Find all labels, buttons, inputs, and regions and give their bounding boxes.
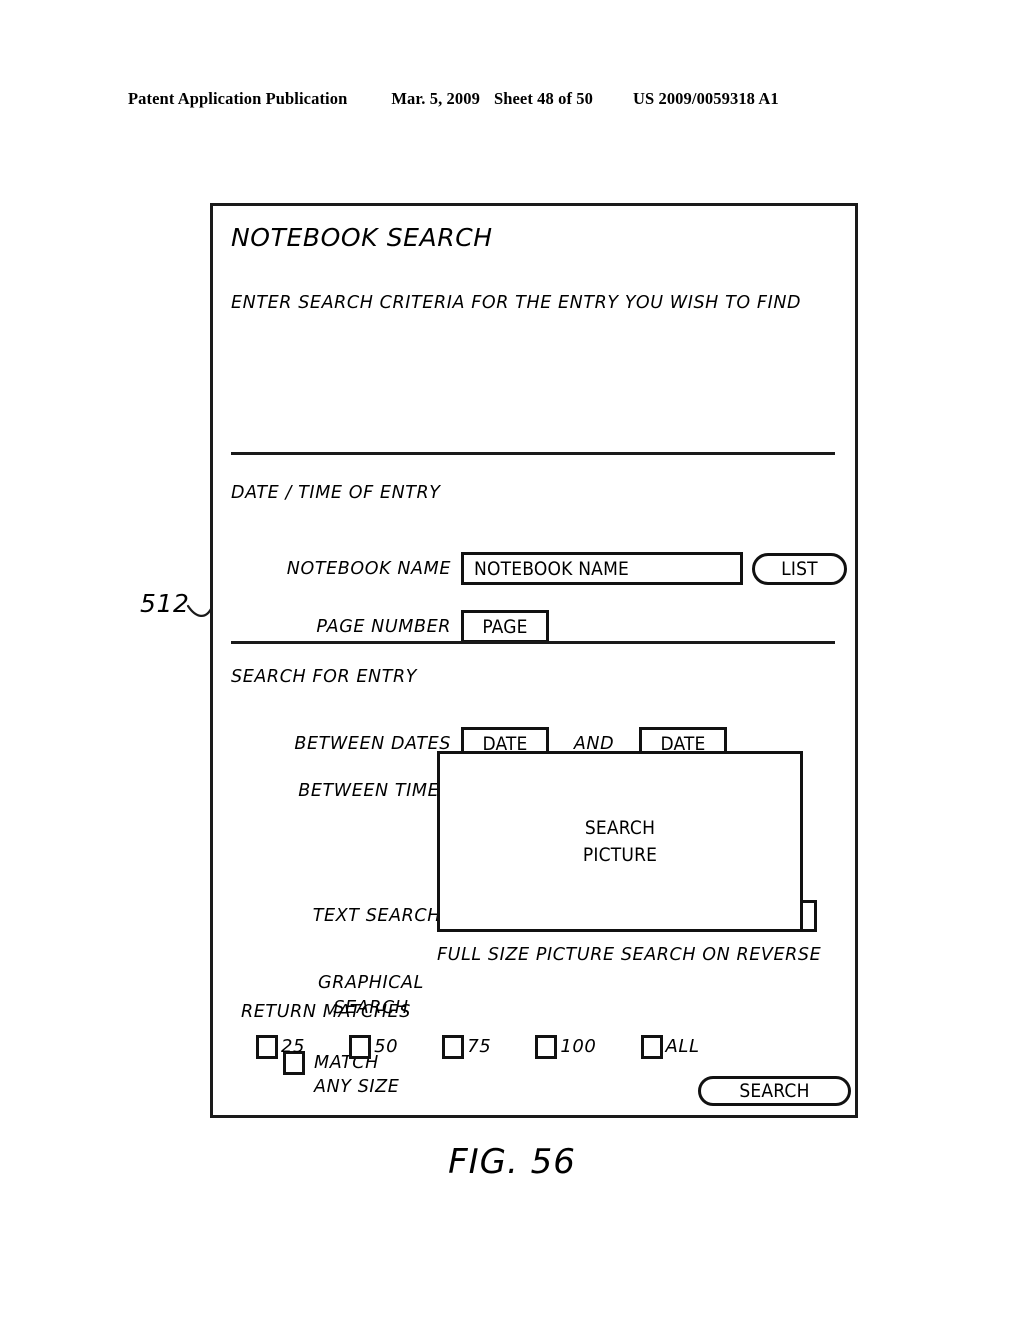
between-dates-label: BETWEEN DATES <box>294 734 451 754</box>
publication-label: Patent Application Publication <box>128 89 348 108</box>
return-matches-label-75: 75 <box>467 1036 492 1057</box>
return-matches-label-50: 50 <box>374 1036 399 1057</box>
search-picture-line1: SEARCH <box>584 816 656 839</box>
return-matches-options: 25 50 75 100 ALL <box>256 1035 700 1059</box>
text-search-label: TEXT SEARCH <box>312 906 441 926</box>
section-divider-1 <box>231 452 835 455</box>
publication-date: Mar. 5, 2009 <box>391 89 480 108</box>
sheet-number: Sheet 48 of 50 <box>493 89 593 108</box>
return-matches-option-100[interactable]: 100 <box>535 1035 596 1059</box>
page-number-input[interactable]: PAGE <box>461 610 549 643</box>
return-matches-label-100: 100 <box>560 1036 597 1057</box>
section-divider-2 <box>231 641 835 644</box>
page-subtitle: ENTER SEARCH CRITERIA FOR THE ENTRY YOU … <box>231 293 802 313</box>
return-matches-checkbox-50[interactable] <box>349 1035 372 1059</box>
graphical-search-label-line1: GRAPHICAL <box>318 973 424 993</box>
return-matches-option-75[interactable]: 75 <box>442 1035 491 1059</box>
page-number-row: PAGE NUMBER PAGE <box>263 610 549 643</box>
return-matches-label-25: 25 <box>281 1036 306 1057</box>
search-picture-input[interactable]: SEARCH PICTURE <box>437 751 803 932</box>
match-any-size-label-line2: ANY SIZE <box>314 1077 400 1097</box>
full-size-picture-note: FULL SIZE PICTURE SEARCH ON REVERSE <box>437 945 822 965</box>
return-matches-label-all: ALL <box>665 1036 700 1057</box>
patent-number: US 2009/0059318 A1 <box>632 89 779 108</box>
return-matches-checkbox-100[interactable] <box>535 1035 558 1059</box>
return-matches-checkbox-all[interactable] <box>640 1035 663 1059</box>
reference-numeral-512: 512 <box>140 589 190 618</box>
list-button[interactable]: LIST <box>752 552 847 585</box>
page-number-label: PAGE NUMBER <box>316 616 451 637</box>
page-title: NOTEBOOK SEARCH <box>231 223 493 252</box>
search-picture-line2: PICTURE <box>582 843 658 866</box>
return-matches-option-50[interactable]: 50 <box>349 1035 398 1059</box>
between-times-label: BETWEEN TIMES <box>298 781 451 801</box>
patent-page-header: Patent Application Publication Mar. 5, 2… <box>128 89 896 113</box>
notebook-name-row: NOTEBOOK NAME NOTEBOOK NAME LIST <box>263 552 847 585</box>
search-for-entry-heading: SEARCH FOR ENTRY <box>231 667 418 687</box>
return-matches-checkbox-75[interactable] <box>442 1035 465 1059</box>
return-matches-option-25[interactable]: 25 <box>256 1035 305 1059</box>
return-matches-checkbox-25[interactable] <box>256 1035 278 1059</box>
notebook-name-label: NOTEBOOK NAME <box>286 558 451 579</box>
search-button[interactable]: SEARCH <box>698 1076 851 1106</box>
date-time-section-heading: DATE / TIME OF ENTRY <box>231 483 441 503</box>
notebook-name-input[interactable]: NOTEBOOK NAME <box>461 552 743 585</box>
return-matches-heading: RETURN MATCHES <box>241 1002 411 1022</box>
notebook-search-screen: NOTEBOOK SEARCH ENTER SEARCH CRITERIA FO… <box>210 203 858 1118</box>
figure-caption: FIG. 56 <box>448 1142 576 1182</box>
return-matches-option-all[interactable]: ALL <box>640 1035 700 1059</box>
